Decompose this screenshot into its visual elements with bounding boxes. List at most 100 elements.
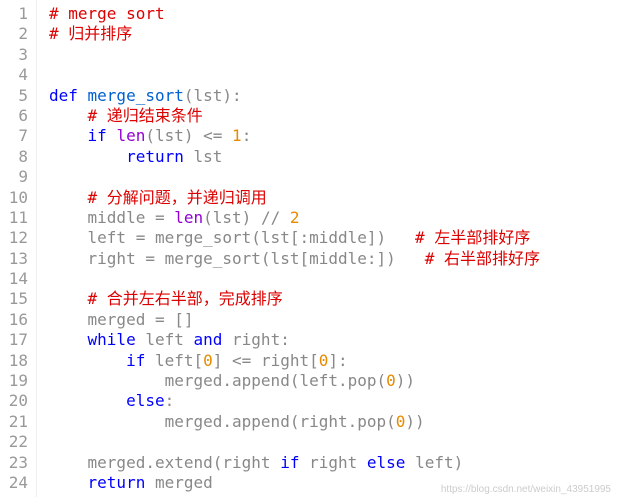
token: merged.append(left.pop( bbox=[165, 371, 387, 390]
line-number: 20 bbox=[0, 391, 28, 411]
token: 0 bbox=[396, 412, 406, 431]
line-number: 6 bbox=[0, 106, 28, 126]
code-line: merged.append(left.pop(0)) bbox=[49, 371, 617, 391]
token: ]: bbox=[328, 351, 347, 370]
token: left bbox=[145, 330, 193, 349]
line-number: 9 bbox=[0, 167, 28, 187]
token: while bbox=[88, 330, 146, 349]
token: (lst) // bbox=[203, 208, 290, 227]
line-number: 11 bbox=[0, 208, 28, 228]
token: ] <= right[ bbox=[213, 351, 319, 370]
line-number: 4 bbox=[0, 65, 28, 85]
token: merged = [] bbox=[88, 310, 194, 329]
token: and bbox=[194, 330, 233, 349]
token: def bbox=[49, 86, 88, 105]
code-line: def merge_sort(lst): bbox=[49, 86, 617, 106]
token: : bbox=[242, 126, 252, 145]
token: else bbox=[126, 391, 165, 410]
line-number: 13 bbox=[0, 249, 28, 269]
token: len bbox=[174, 208, 203, 227]
token: else bbox=[367, 453, 415, 472]
token: 0 bbox=[386, 371, 396, 390]
line-number: 2 bbox=[0, 24, 28, 44]
token: merge_sort bbox=[88, 86, 184, 105]
token: left) bbox=[415, 453, 463, 472]
code-line bbox=[49, 269, 617, 289]
token: # 合并左右半部，完成排序 bbox=[88, 289, 283, 308]
token: 2 bbox=[290, 208, 300, 227]
code-line: if len(lst) <= 1: bbox=[49, 126, 617, 146]
code-line bbox=[49, 167, 617, 187]
code-line: # 归并排序 bbox=[49, 24, 617, 44]
code-line: merged = [] bbox=[49, 310, 617, 330]
code-line: # 递归结束条件 bbox=[49, 106, 617, 126]
code-container: 123456789101112131415161718192021222324 … bbox=[0, 0, 617, 497]
line-number: 8 bbox=[0, 147, 28, 167]
line-number: 21 bbox=[0, 412, 28, 432]
code-line: merged.extend(right if right else left) bbox=[49, 453, 617, 473]
token: (lst): bbox=[184, 86, 242, 105]
token: len bbox=[116, 126, 145, 145]
token: right = merge_sort(lst[middle:]) bbox=[88, 249, 425, 268]
line-number: 24 bbox=[0, 473, 28, 493]
token: merged.extend(right bbox=[88, 453, 281, 472]
code-line: # 合并左右半部，完成排序 bbox=[49, 289, 617, 309]
token: # 分解问题，并递归调用 bbox=[88, 188, 267, 207]
token: right: bbox=[232, 330, 290, 349]
code-line: return lst bbox=[49, 147, 617, 167]
token: left = merge_sort(lst[:middle]) bbox=[88, 228, 416, 247]
token: left[ bbox=[155, 351, 203, 370]
token: 1 bbox=[232, 126, 242, 145]
token: if bbox=[88, 126, 117, 145]
token: 0 bbox=[319, 351, 329, 370]
line-number: 19 bbox=[0, 371, 28, 391]
code-line bbox=[49, 45, 617, 65]
line-number: 23 bbox=[0, 453, 28, 473]
code-line: # 分解问题，并递归调用 bbox=[49, 188, 617, 208]
token: middle = bbox=[88, 208, 175, 227]
line-number: 22 bbox=[0, 432, 28, 452]
token: right bbox=[309, 453, 367, 472]
token: if bbox=[126, 351, 155, 370]
token: # 左半部排好序 bbox=[415, 228, 530, 247]
line-number-gutter: 123456789101112131415161718192021222324 bbox=[0, 0, 37, 497]
token: 0 bbox=[203, 351, 213, 370]
token: return bbox=[126, 147, 193, 166]
line-number: 5 bbox=[0, 86, 28, 106]
line-number: 17 bbox=[0, 330, 28, 350]
token: )) bbox=[396, 371, 415, 390]
token: : bbox=[165, 391, 175, 410]
line-number: 12 bbox=[0, 228, 28, 248]
line-number: 16 bbox=[0, 310, 28, 330]
token: # merge sort bbox=[49, 4, 165, 23]
code-line: # merge sort bbox=[49, 4, 617, 24]
code-line: merged.append(right.pop(0)) bbox=[49, 412, 617, 432]
token: # 递归结束条件 bbox=[88, 106, 203, 125]
code-line: while left and right: bbox=[49, 330, 617, 350]
line-number: 3 bbox=[0, 45, 28, 65]
code-line: else: bbox=[49, 391, 617, 411]
code-line: middle = len(lst) // 2 bbox=[49, 208, 617, 228]
token: # 归并排序 bbox=[49, 24, 132, 43]
code-area: # merge sort# 归并排序 def merge_sort(lst): … bbox=[37, 0, 617, 497]
code-line bbox=[49, 65, 617, 85]
token: merged.append(right.pop( bbox=[165, 412, 396, 431]
line-number: 14 bbox=[0, 269, 28, 289]
code-line: left = merge_sort(lst[:middle]) # 左半部排好序 bbox=[49, 228, 617, 248]
token: # 右半部排好序 bbox=[425, 249, 540, 268]
line-number: 1 bbox=[0, 4, 28, 24]
token: if bbox=[280, 453, 309, 472]
token: (lst) <= bbox=[145, 126, 232, 145]
token: merged bbox=[155, 473, 213, 492]
watermark-text: https://blog.csdn.net/weixin_43951995 bbox=[441, 484, 611, 495]
code-line: right = merge_sort(lst[middle:]) # 右半部排好… bbox=[49, 249, 617, 269]
token: )) bbox=[405, 412, 424, 431]
line-number: 18 bbox=[0, 351, 28, 371]
line-number: 10 bbox=[0, 188, 28, 208]
code-line: if left[0] <= right[0]: bbox=[49, 351, 617, 371]
token: return bbox=[88, 473, 155, 492]
line-number: 15 bbox=[0, 289, 28, 309]
token: lst bbox=[194, 147, 223, 166]
line-number: 7 bbox=[0, 126, 28, 146]
code-line bbox=[49, 432, 617, 452]
